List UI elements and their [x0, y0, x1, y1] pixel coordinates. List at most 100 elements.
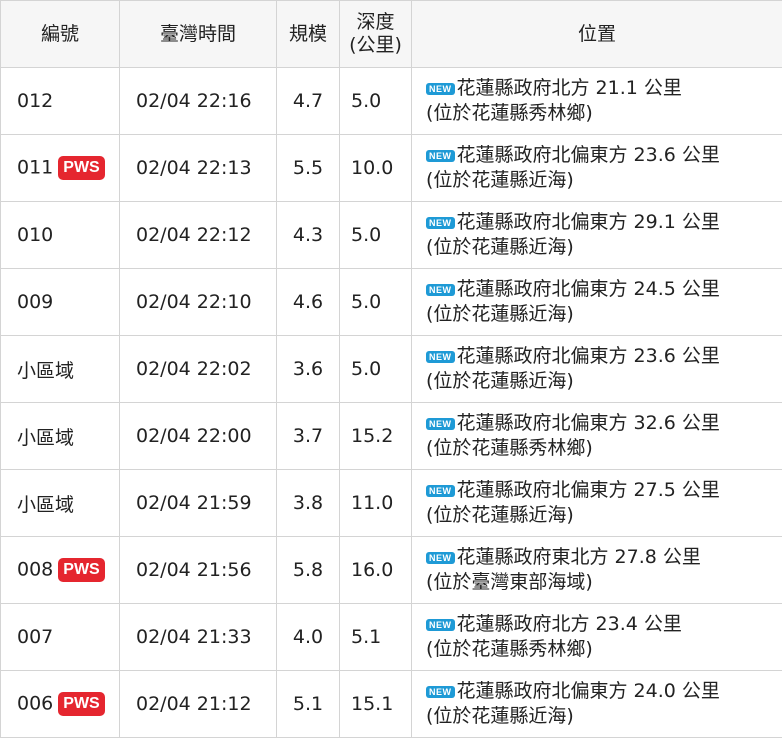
new-badge: NEW — [426, 619, 455, 631]
new-badge: NEW — [426, 485, 455, 497]
location-line1: 花蓮縣政府北偏東方 23.6 公里 — [456, 144, 720, 166]
cell-magnitude: 4.3 — [276, 201, 340, 269]
location-line2: (位於花蓮縣秀林鄉) — [426, 102, 593, 124]
table-row[interactable]: 小區域 02/04 22:02 3.6 5.0 NEW 花蓮縣政府北偏東方 23.… — [0, 335, 782, 403]
location-line1: 花蓮縣政府北偏東方 24.0 公里 — [456, 680, 720, 702]
cell-magnitude: 5.5 — [276, 134, 340, 202]
new-badge: NEW — [426, 150, 455, 162]
event-id: 006 — [17, 692, 54, 715]
table-row[interactable]: 011 PWS 02/04 22:13 5.5 10.0 NEW 花蓮縣政府北偏東方… — [0, 134, 782, 202]
header-id: 編號 — [0, 0, 120, 68]
table-row[interactable]: 007 02/04 21:33 4.0 5.1 NEW 花蓮縣政府北方 23.4 … — [0, 603, 782, 671]
cell-id: 012 — [0, 67, 120, 135]
cell-magnitude: 3.7 — [276, 402, 340, 470]
cell-time: 02/04 22:00 — [119, 402, 277, 470]
table-row[interactable]: 010 02/04 22:12 4.3 5.0 NEW 花蓮縣政府北偏東方 29.… — [0, 201, 782, 269]
location-line1: 花蓮縣政府北偏東方 32.6 公里 — [456, 412, 720, 434]
cell-depth: 15.2 — [339, 402, 412, 470]
cell-id: 010 — [0, 201, 120, 269]
pws-badge: PWS — [58, 558, 105, 582]
event-id: 009 — [17, 291, 54, 313]
cell-location: NEW 花蓮縣政府北方 23.4 公里 (位於花蓮縣秀林鄉) — [411, 603, 782, 671]
table-row[interactable]: 小區域 02/04 21:59 3.8 11.0 NEW 花蓮縣政府北偏東方 27… — [0, 469, 782, 537]
pws-badge: PWS — [58, 692, 105, 716]
location-line2: (位於花蓮縣近海) — [426, 303, 574, 325]
cell-location: NEW 花蓮縣政府北方 21.1 公里 (位於花蓮縣秀林鄉) — [411, 67, 782, 135]
pws-badge: PWS — [58, 156, 105, 180]
cell-location: NEW 花蓮縣政府北偏東方 24.0 公里 (位於花蓮縣近海) — [411, 670, 782, 738]
cell-time: 02/04 22:16 — [119, 67, 277, 135]
cell-location: NEW 花蓮縣政府北偏東方 23.6 公里 (位於花蓮縣近海) — [411, 134, 782, 202]
location-line2: (位於臺灣東部海域) — [426, 571, 593, 593]
cell-depth: 5.0 — [339, 67, 412, 135]
location-line1: 花蓮縣政府北偏東方 24.5 公里 — [456, 278, 720, 300]
location-line1: 花蓮縣政府北偏東方 27.5 公里 — [456, 479, 720, 501]
event-id: 008 — [17, 558, 54, 581]
header-magnitude: 規模 — [276, 0, 340, 68]
header-depth: 深度 (公里) — [339, 0, 412, 68]
cell-time: 02/04 22:02 — [119, 335, 277, 403]
cell-id: 小區域 — [0, 335, 120, 403]
cell-time: 02/04 21:33 — [119, 603, 277, 671]
cell-id: 009 — [0, 268, 120, 336]
earthquake-table: 編號 臺灣時間 規模 深度 (公里) 位置 012 02/04 22:16 4.7… — [0, 0, 782, 738]
new-badge: NEW — [426, 418, 455, 430]
event-id: 小區域 — [17, 426, 75, 449]
cell-id: 小區域 — [0, 469, 120, 537]
table-row[interactable]: 小區域 02/04 22:00 3.7 15.2 NEW 花蓮縣政府北偏東方 32… — [0, 402, 782, 470]
event-id: 小區域 — [17, 359, 75, 382]
table-row[interactable]: 006 PWS 02/04 21:12 5.1 15.1 NEW 花蓮縣政府北偏東方… — [0, 670, 782, 738]
location-line2: (位於花蓮縣秀林鄉) — [426, 638, 593, 660]
table-row[interactable]: 009 02/04 22:10 4.6 5.0 NEW 花蓮縣政府北偏東方 24.… — [0, 268, 782, 336]
cell-location: NEW 花蓮縣政府北偏東方 23.6 公里 (位於花蓮縣近海) — [411, 335, 782, 403]
event-id: 007 — [17, 626, 54, 648]
table-row[interactable]: 008 PWS 02/04 21:56 5.8 16.0 NEW 花蓮縣政府東北方 … — [0, 536, 782, 604]
cell-magnitude: 3.8 — [276, 469, 340, 537]
location-line2: (位於花蓮縣近海) — [426, 504, 574, 526]
cell-depth: 16.0 — [339, 536, 412, 604]
cell-depth: 5.1 — [339, 603, 412, 671]
location-line1: 花蓮縣政府北方 23.4 公里 — [456, 613, 682, 635]
new-badge: NEW — [426, 284, 455, 296]
cell-magnitude: 3.6 — [276, 335, 340, 403]
cell-location: NEW 花蓮縣政府北偏東方 29.1 公里 (位於花蓮縣近海) — [411, 201, 782, 269]
cell-time: 02/04 22:13 — [119, 134, 277, 202]
table-body: 012 02/04 22:16 4.7 5.0 NEW 花蓮縣政府北方 21.1 … — [0, 67, 782, 738]
header-depth-line2: (公里) — [349, 34, 402, 56]
event-id: 小區域 — [17, 493, 75, 516]
event-id: 011 — [17, 156, 54, 179]
cell-magnitude: 4.0 — [276, 603, 340, 671]
table-row[interactable]: 012 02/04 22:16 4.7 5.0 NEW 花蓮縣政府北方 21.1 … — [0, 67, 782, 135]
header-time: 臺灣時間 — [119, 0, 277, 68]
cell-depth: 5.0 — [339, 201, 412, 269]
cell-depth: 5.0 — [339, 335, 412, 403]
cell-depth: 15.1 — [339, 670, 412, 738]
new-badge: NEW — [426, 217, 455, 229]
new-badge: NEW — [426, 552, 455, 564]
cell-location: NEW 花蓮縣政府北偏東方 27.5 公里 (位於花蓮縣近海) — [411, 469, 782, 537]
cell-time: 02/04 22:12 — [119, 201, 277, 269]
cell-time: 02/04 22:10 — [119, 268, 277, 336]
cell-magnitude: 5.8 — [276, 536, 340, 604]
new-badge: NEW — [426, 351, 455, 363]
location-line2: (位於花蓮縣近海) — [426, 169, 574, 191]
table-header-row: 編號 臺灣時間 規模 深度 (公里) 位置 — [0, 0, 782, 68]
location-line1: 花蓮縣政府北方 21.1 公里 — [456, 77, 682, 99]
cell-depth: 10.0 — [339, 134, 412, 202]
cell-id: 011 PWS — [0, 134, 120, 202]
cell-id: 006 PWS — [0, 670, 120, 738]
location-line1: 花蓮縣政府北偏東方 29.1 公里 — [456, 211, 720, 233]
new-badge: NEW — [426, 83, 455, 95]
cell-magnitude: 4.7 — [276, 67, 340, 135]
cell-id: 008 PWS — [0, 536, 120, 604]
event-id: 012 — [17, 90, 54, 112]
location-line2: (位於花蓮縣秀林鄉) — [426, 437, 593, 459]
new-badge: NEW — [426, 686, 455, 698]
cell-id: 007 — [0, 603, 120, 671]
cell-location: NEW 花蓮縣政府北偏東方 32.6 公里 (位於花蓮縣秀林鄉) — [411, 402, 782, 470]
location-line2: (位於花蓮縣近海) — [426, 236, 574, 258]
cell-location: NEW 花蓮縣政府北偏東方 24.5 公里 (位於花蓮縣近海) — [411, 268, 782, 336]
cell-depth: 5.0 — [339, 268, 412, 336]
header-depth-line1: 深度 — [356, 11, 395, 33]
cell-location: NEW 花蓮縣政府東北方 27.8 公里 (位於臺灣東部海域) — [411, 536, 782, 604]
